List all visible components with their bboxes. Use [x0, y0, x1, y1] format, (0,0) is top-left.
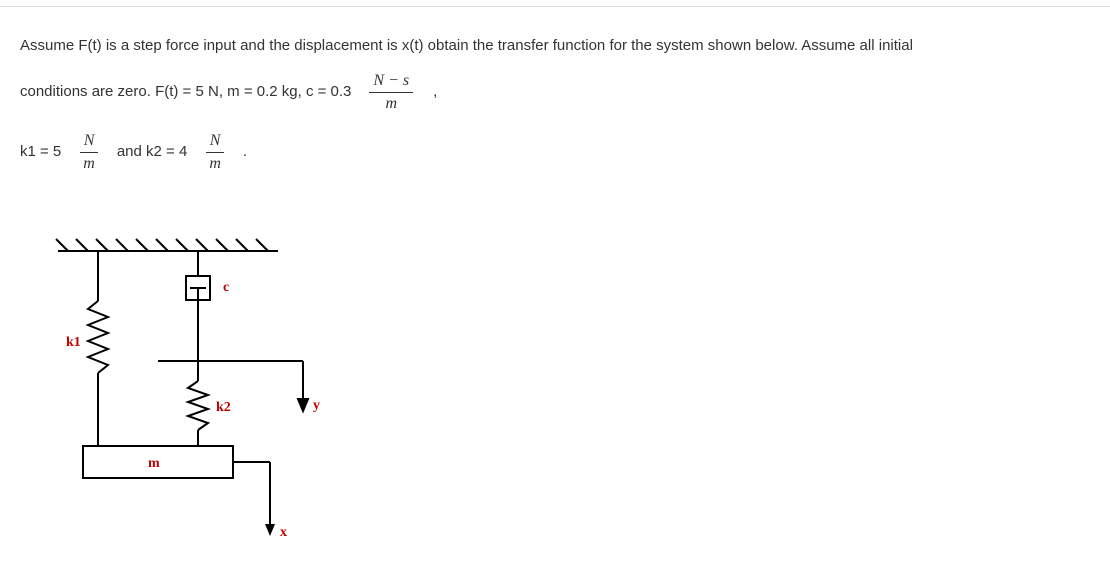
label-m: m	[148, 456, 160, 471]
k2-units-fraction: N m	[205, 132, 225, 172]
line2-prefix: conditions are zero. F(t) = 5 N, m = 0.2…	[20, 71, 351, 113]
separator-comma: ,	[433, 71, 437, 113]
c-units-numerator: N − s	[369, 72, 413, 93]
k1-units-denominator: m	[79, 153, 99, 173]
c-units-denominator: m	[381, 93, 401, 113]
label-y: y	[313, 398, 320, 413]
problem-line-1: Assume F(t) is a step force input and th…	[20, 25, 1090, 67]
k2-units-numerator: N	[206, 132, 225, 153]
problem-line-2: conditions are zero. F(t) = 5 N, m = 0.2…	[20, 71, 1090, 113]
problem-line-3: k1 = 5 N m and k2 = 4 N m .	[20, 131, 1090, 173]
problem-container: Assume F(t) is a step force input and th…	[0, 6, 1110, 173]
problem-text: Assume F(t) is a step force input and th…	[20, 25, 1090, 173]
label-k1: k1	[66, 335, 81, 350]
system-diagram: k1 c y k2 m	[48, 231, 348, 551]
k1-units-fraction: N m	[79, 132, 99, 172]
label-c: c	[223, 280, 229, 295]
label-x: x	[280, 525, 287, 540]
k2-prefix: and k2 = 4	[117, 131, 187, 173]
final-period: .	[243, 131, 247, 173]
k1-units-numerator: N	[80, 132, 99, 153]
label-k2: k2	[216, 400, 231, 415]
c-units-fraction: N − s m	[369, 72, 413, 112]
k1-prefix: k1 = 5	[20, 131, 61, 173]
k2-units-denominator: m	[205, 153, 225, 173]
